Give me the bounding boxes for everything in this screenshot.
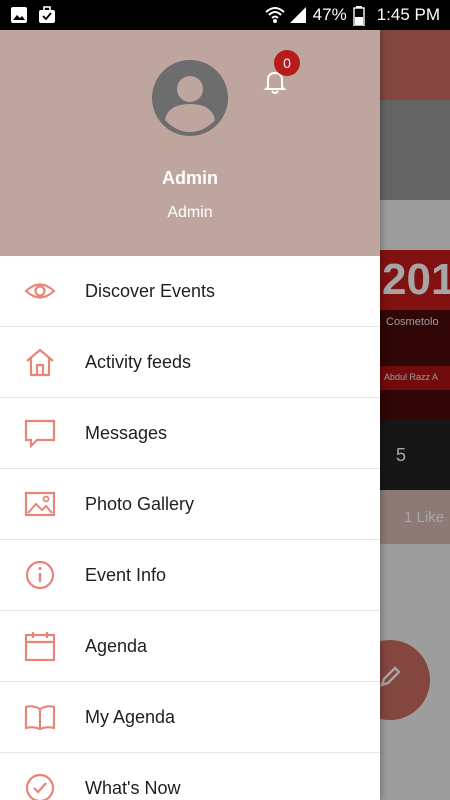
- signal-icon: [289, 6, 307, 24]
- briefcase-check-icon: [38, 6, 56, 24]
- menu-item-label: What's Now: [85, 777, 181, 798]
- menu-item-label: Activity feeds: [85, 351, 192, 372]
- calendar-icon: [23, 629, 57, 663]
- clock-time: 1:45 PM: [376, 5, 440, 24]
- user-role: Admin: [167, 204, 213, 221]
- user-avatar-icon: [165, 76, 215, 132]
- drawer-header: 0 Admin Admin: [0, 30, 380, 256]
- menu-item-label: Discover Events: [85, 280, 216, 301]
- status-left-icons: [10, 6, 56, 24]
- drawer-menu: Discover Events Activity feeds Messages …: [0, 256, 380, 800]
- menu-item-photo-gallery[interactable]: Photo Gallery: [0, 469, 380, 540]
- status-bar: 47% 1:45 PM: [0, 0, 450, 30]
- menu-item-label: Event Info: [85, 564, 167, 585]
- clock-icon: [23, 771, 57, 800]
- message-icon: [23, 416, 57, 450]
- menu-item-discover-events[interactable]: Discover Events: [0, 256, 380, 327]
- menu-item-event-info[interactable]: Event Info: [0, 540, 380, 611]
- image-icon: [23, 487, 57, 521]
- battery-icon: [352, 6, 371, 27]
- book-icon: [23, 700, 57, 734]
- home-icon: [23, 345, 57, 379]
- eye-icon: [23, 274, 57, 308]
- user-name: Admin: [162, 168, 218, 188]
- menu-item-activity-feeds[interactable]: Activity feeds: [0, 327, 380, 398]
- navigation-drawer: 0 Admin Admin Discover Events Activity f…: [0, 30, 380, 800]
- status-right: 47% 1:45 PM: [264, 5, 440, 27]
- avatar[interactable]: [152, 60, 228, 136]
- menu-item-agenda[interactable]: Agenda: [0, 611, 380, 682]
- notification-button[interactable]: 0: [262, 50, 300, 98]
- menu-item-label: Photo Gallery: [85, 493, 195, 514]
- wifi-icon: [264, 6, 285, 24]
- menu-item-messages[interactable]: Messages: [0, 398, 380, 469]
- menu-item-label: My Agenda: [85, 706, 176, 727]
- info-icon: [23, 558, 57, 592]
- menu-item-label: Messages: [85, 422, 168, 443]
- menu-item-label: Agenda: [85, 635, 148, 656]
- menu-item-my-agenda[interactable]: My Agenda: [0, 682, 380, 753]
- menu-item-whats-now[interactable]: What's Now: [0, 753, 380, 800]
- battery-percent: 47%: [312, 5, 347, 24]
- image-icon: [10, 6, 28, 24]
- notification-badge: 0: [274, 50, 300, 76]
